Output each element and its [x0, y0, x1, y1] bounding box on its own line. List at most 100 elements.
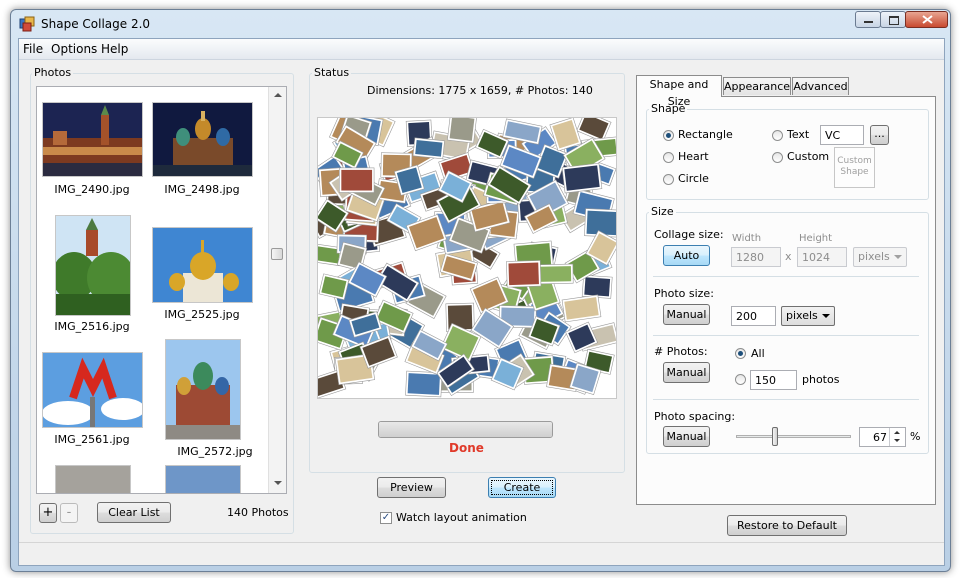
size-group-label: Size: [649, 205, 676, 218]
collage-width-input[interactable]: 1280: [731, 247, 781, 267]
close-button[interactable]: [905, 11, 948, 28]
photo-size-manual-button[interactable]: Manual: [663, 304, 710, 325]
photos-group-label: Photos: [32, 66, 74, 79]
status-group-label: Status: [312, 66, 352, 79]
collage-photo: [339, 167, 375, 193]
maximize-button[interactable]: [880, 11, 906, 28]
app-icon: [19, 16, 35, 32]
photo-count: 140 Photos: [227, 506, 289, 519]
progress-fill: [379, 422, 552, 437]
status-bar: [19, 542, 944, 565]
collage-photo: [561, 162, 603, 194]
collage-photo: [506, 260, 542, 288]
restore-default-button[interactable]: Restore to Default: [727, 515, 847, 536]
close-icon: [922, 15, 933, 24]
create-button[interactable]: Create: [488, 477, 556, 498]
collage-height-input[interactable]: 1024: [797, 247, 847, 267]
shape-text-input[interactable]: VC: [820, 125, 864, 145]
photo-thumbnail[interactable]: [42, 102, 143, 177]
tab-shape-and-size[interactable]: Shape and Size: [636, 75, 722, 108]
shape-circle-radio[interactable]: [663, 174, 674, 185]
photo-filename: IMG_2572.jpg: [177, 445, 253, 458]
title-bar[interactable]: Shape Collage 2.0: [11, 10, 950, 38]
scroll-up-icon[interactable]: [274, 93, 282, 97]
photo-filename: IMG_2561.jpg: [54, 433, 130, 446]
done-status: Done: [449, 441, 484, 455]
spin-down-icon[interactable]: [894, 439, 900, 442]
watch-layout-label: Watch layout animation: [396, 511, 527, 524]
times-label: x: [785, 250, 792, 263]
all-photos-radio[interactable]: [735, 348, 746, 359]
collage-size-label: Collage size:: [654, 228, 724, 241]
collage-photo: [405, 370, 443, 398]
clear-list-button[interactable]: Clear List: [97, 502, 171, 523]
photo-thumbnail[interactable]: [165, 465, 241, 493]
collage-photo: [561, 294, 602, 323]
app-window: Shape Collage 2.0 File Options Help Phot…: [10, 9, 951, 572]
shape-heart-radio[interactable]: [663, 152, 674, 163]
photo-unit-select[interactable]: pixels: [781, 306, 835, 326]
photo-filename: IMG_2498.jpg: [164, 183, 240, 196]
shape-heart-label: Heart: [678, 150, 709, 163]
photo-unit-value: pixels: [786, 309, 818, 322]
spin-up-icon[interactable]: [894, 431, 900, 434]
spacing-slider-thumb[interactable]: [772, 427, 778, 446]
minimize-button[interactable]: [855, 11, 881, 28]
collage-photo: [412, 137, 445, 160]
menu-help[interactable]: Help: [101, 42, 128, 56]
photos-count-input[interactable]: 150: [750, 370, 797, 390]
photo-thumbnail[interactable]: [55, 215, 131, 316]
menu-file[interactable]: File: [23, 42, 43, 56]
photo-thumbnail[interactable]: [152, 102, 253, 177]
shape-rectangle-radio[interactable]: [663, 130, 674, 141]
num-photos-manual-button[interactable]: Manual: [663, 362, 710, 383]
client-area: File Options Help Photos IMG_2490.jpg IM…: [18, 38, 945, 566]
photo-thumbnail[interactable]: [42, 352, 143, 428]
shape-custom-radio[interactable]: [772, 152, 783, 163]
photo-size-input[interactable]: 200: [731, 306, 776, 326]
spacing-value-input[interactable]: 67: [859, 427, 906, 447]
menu-options[interactable]: Options: [51, 42, 97, 56]
custom-shape-box[interactable]: Custom Shape: [834, 147, 875, 188]
spacing-slider-track[interactable]: [736, 435, 851, 438]
shape-text-label: Text: [787, 128, 810, 141]
shape-circle-label: Circle: [678, 172, 709, 185]
preview-button[interactable]: Preview: [377, 477, 446, 498]
photo-thumbnail[interactable]: [152, 227, 253, 303]
spacing-value: 67: [873, 431, 887, 444]
tab-appearance[interactable]: Appearance: [723, 77, 791, 95]
maximize-icon: [889, 16, 899, 25]
shape-custom-label: Custom: [787, 150, 830, 163]
photo-list[interactable]: IMG_2490.jpg IMG_2498.jpg IMG_2516.jpg I…: [36, 86, 287, 494]
photo-size-label: Photo size:: [654, 287, 714, 300]
photo-thumbnail[interactable]: [165, 339, 241, 440]
shape-rectangle-label: Rectangle: [678, 128, 733, 141]
tab-advanced[interactable]: Advanced: [792, 77, 849, 95]
spacing-unit-label: %: [910, 430, 921, 443]
photo-thumbnail[interactable]: [55, 465, 131, 493]
shape-text-radio[interactable]: [772, 130, 783, 141]
collage-size-auto-button[interactable]: Auto: [663, 245, 710, 266]
minimize-icon: [864, 21, 873, 23]
all-photos-label: All: [751, 347, 765, 360]
spacing-manual-button[interactable]: Manual: [663, 426, 710, 447]
chevron-down-icon: [822, 314, 830, 318]
shape-text-browse-button[interactable]: ...: [870, 125, 889, 145]
collage-unit-value: pixels: [858, 250, 890, 263]
progress-bar: [378, 421, 553, 438]
watch-layout-checkbox[interactable]: ✓: [380, 512, 392, 524]
num-photos-label: # Photos:: [654, 345, 708, 358]
photo-list-scrollbar[interactable]: [268, 87, 286, 493]
height-label: Height: [799, 233, 833, 244]
scroll-down-icon[interactable]: [274, 481, 282, 485]
spinner[interactable]: [889, 428, 905, 446]
add-photo-button[interactable]: +: [39, 503, 57, 523]
photo-spacing-label: Photo spacing:: [654, 410, 736, 423]
menu-bar: File Options Help: [19, 39, 944, 60]
scroll-thumb[interactable]: [271, 248, 283, 260]
photos-count-radio[interactable]: [735, 374, 746, 385]
size-divider: [653, 276, 919, 277]
collage-unit-select[interactable]: pixels: [853, 247, 907, 267]
size-divider: [653, 335, 919, 336]
remove-photo-button[interactable]: -: [60, 503, 78, 523]
